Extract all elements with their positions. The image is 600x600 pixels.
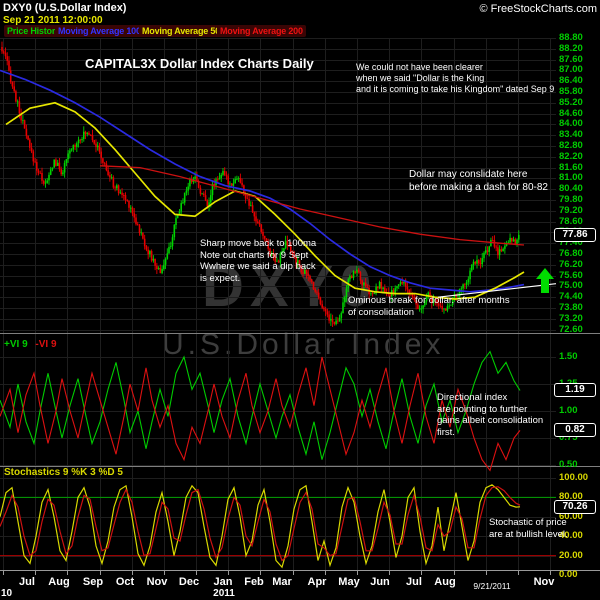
vi-plus-label: +VI 9 — [4, 339, 28, 350]
symbol-title: DXY0 (U.S.Dollar Index) — [3, 2, 127, 14]
consolidate-annotation: Dollar may conslidate here before making… — [409, 169, 548, 193]
chart-application-window: DXY0 (U.S.Dollar Index) © FreeStockChart… — [0, 0, 600, 600]
x-axis-month-label: Jul — [406, 576, 422, 588]
x-axis-date-label: 9/21/2011 — [473, 581, 511, 591]
stochastic-note-annotation: Stochastic of price are at bullish level… — [489, 517, 568, 540]
chart-title-annotation: CAPITAL3X Dollar Index Charts Daily — [85, 56, 314, 71]
x-axis-month-label: Jul — [19, 576, 35, 588]
x-axis-month-label: Aug — [434, 576, 456, 588]
x-axis-month-label: Feb — [244, 576, 264, 588]
x-axis-month-label: Apr — [307, 576, 327, 588]
king-annotation: We could not have been clearer when we s… — [356, 62, 555, 94]
series-legend: Price History Moving Average 100 Moving Av… — [0, 25, 600, 37]
x-axis-month-label: Dec — [178, 576, 200, 588]
stochastics-panel-header: Stochastics 9 %K 3 %D 5 — [4, 467, 123, 478]
x-axis-month-label: May — [338, 576, 360, 588]
copyright-label: © FreeStockCharts.com — [479, 3, 597, 15]
x-axis-month-label: Sep — [82, 576, 104, 588]
legend-item-moving-average-50[interactable]: Moving Average 50 — [139, 25, 223, 37]
x-axis-month-label: Jan — [213, 576, 233, 588]
x-axis-month-label: Nov — [146, 576, 168, 588]
x-axis-year-label: 2011 — [213, 588, 235, 599]
x-axis-month-label: Aug — [48, 576, 70, 588]
legend-item-moving-average-100[interactable]: Moving Average 100 — [55, 25, 144, 37]
vortex-panel-header: +VI 9 -VI 9 — [4, 339, 57, 350]
sharp-move-annotation: Sharp move back to 100ma Note out charts… — [200, 238, 317, 284]
ominous-break-annotation: Ominous break for dollar. after months o… — [348, 295, 510, 318]
x-axis-month-label: Nov — [533, 576, 555, 588]
legend-item-moving-average-200[interactable]: Moving Average 200 — [217, 25, 306, 37]
x-axis-month-label: Oct — [115, 576, 135, 588]
x-axis-month-label: Mar — [272, 576, 292, 588]
vi-minus-label: -VI 9 — [35, 339, 57, 350]
x-axis-year-label: 10 — [1, 588, 13, 599]
directional-index-annotation: Directional index are pointing to furthe… — [437, 392, 544, 438]
x-axis-month-label: Jun — [370, 576, 390, 588]
